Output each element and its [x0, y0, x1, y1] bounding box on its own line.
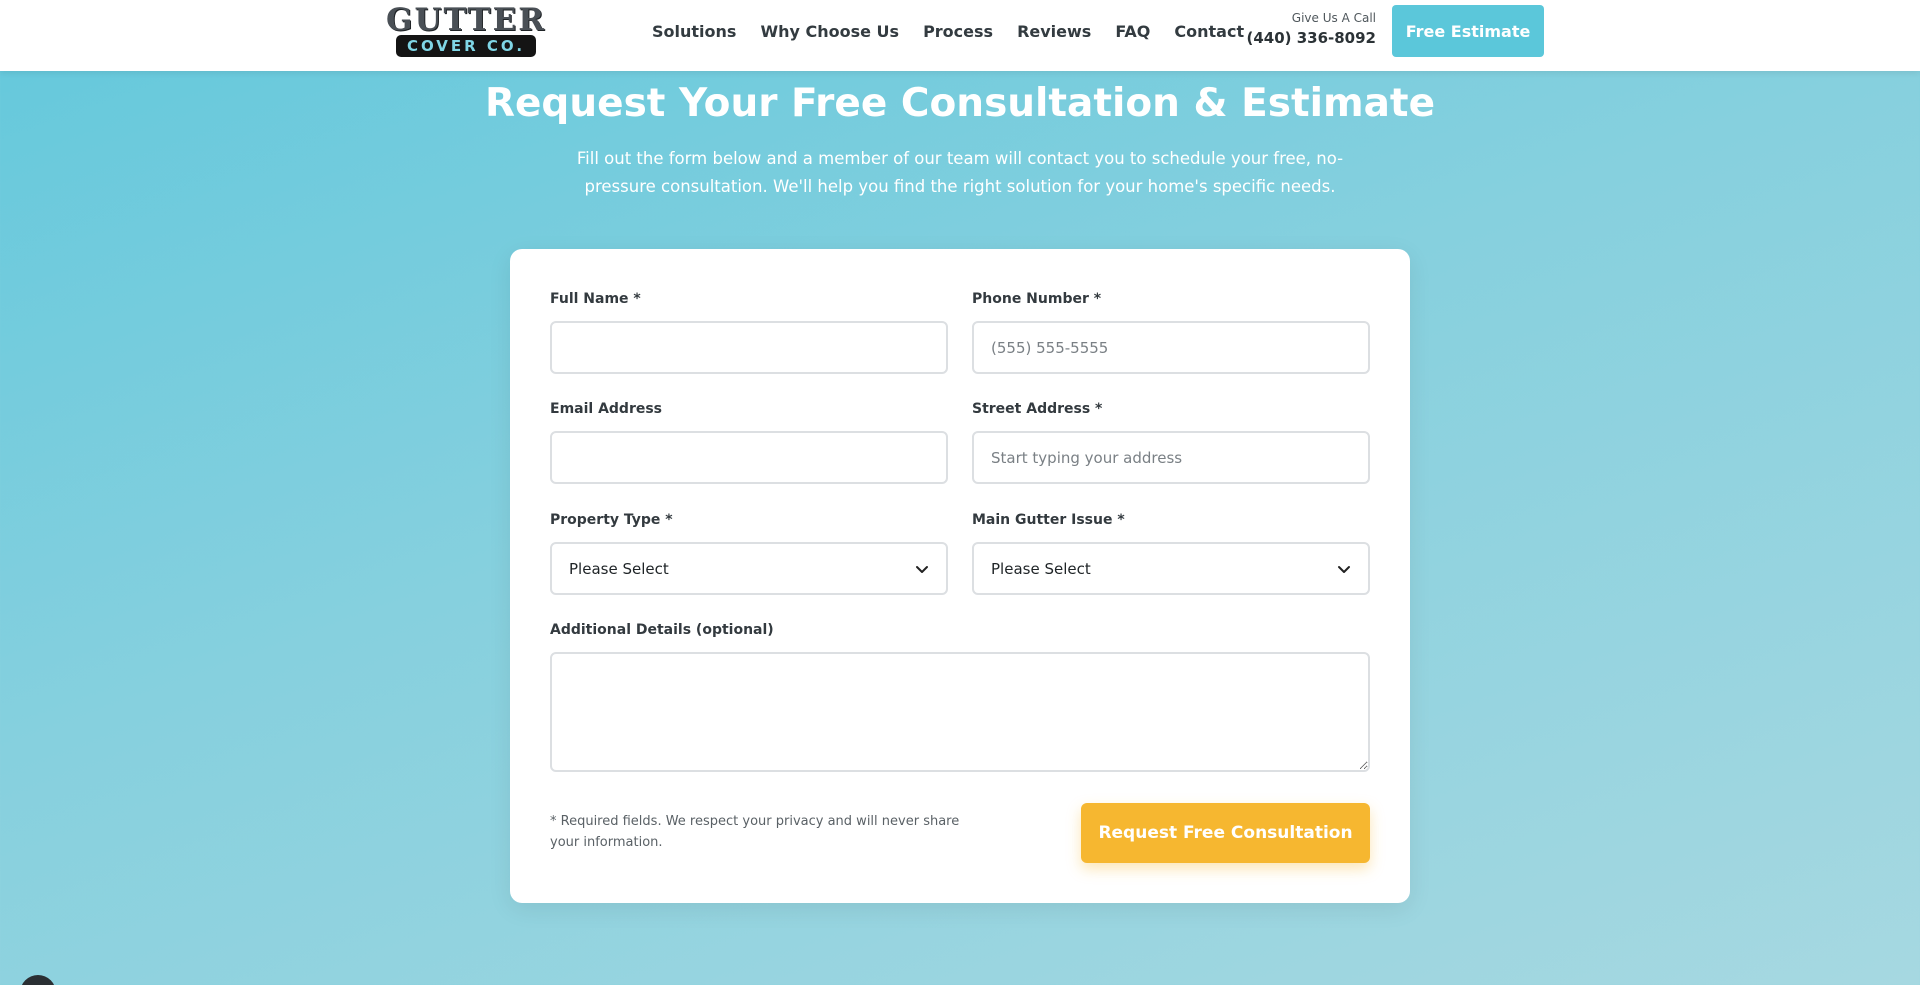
company-logo[interactable]: GUTTER COVER CO. — [378, 2, 554, 58]
email-label: Email Address — [550, 401, 663, 417]
details-label: Additional Details (optional) — [550, 622, 774, 638]
call-label: Give Us A Call — [1291, 11, 1376, 25]
nav-why-choose-us[interactable]: Why Choose Us — [760, 22, 899, 41]
request-consultation-button[interactable]: Request Free Consultation — [1081, 803, 1370, 863]
phone-input[interactable] — [972, 321, 1370, 374]
nav-faq[interactable]: FAQ — [1115, 22, 1150, 41]
free-estimate-button[interactable]: Free Estimate — [1392, 5, 1544, 57]
page-subtitle: Fill out the form below and a member of … — [576, 149, 1344, 196]
nav-reviews[interactable]: Reviews — [1017, 22, 1091, 41]
chevron-down-icon — [1338, 565, 1350, 573]
nav-solutions[interactable]: Solutions — [652, 22, 736, 41]
logo-subtitle: COVER CO. — [396, 35, 536, 57]
property-type-select[interactable]: Please Select — [550, 542, 948, 595]
privacy-note: * Required fields. We respect your priva… — [550, 814, 960, 850]
chevron-down-icon — [916, 565, 928, 573]
page-title: Request Your Free Consultation & Estimat… — [484, 81, 1436, 126]
site-header: GUTTER COVER CO. Solutions Why Choose Us… — [0, 0, 1920, 71]
phone-label: Phone Number * — [972, 291, 1102, 307]
full-name-label: Full Name * — [550, 291, 641, 307]
phone-link[interactable]: (440) 336-8092 — [1246, 27, 1376, 49]
gutter-issue-label: Main Gutter Issue * — [972, 512, 1125, 528]
consultation-form: Full Name * Phone Number * Email Address… — [510, 249, 1410, 903]
chat-widget-icon[interactable] — [20, 975, 56, 985]
full-name-input[interactable] — [550, 321, 948, 374]
property-type-value: Please Select — [569, 559, 669, 578]
call-block: Give Us A Call (440) 336-8092 — [1246, 10, 1376, 49]
street-address-label: Street Address * — [972, 401, 1103, 417]
property-type-label: Property Type * — [550, 512, 673, 528]
main-nav: Solutions Why Choose Us Process Reviews … — [652, 0, 1244, 62]
nav-contact[interactable]: Contact — [1174, 22, 1244, 41]
email-input[interactable] — [550, 431, 948, 484]
street-address-input[interactable] — [972, 431, 1370, 484]
gutter-issue-select[interactable]: Please Select — [972, 542, 1370, 595]
nav-process[interactable]: Process — [923, 22, 993, 41]
details-textarea[interactable] — [550, 652, 1370, 772]
gutter-issue-value: Please Select — [991, 559, 1091, 578]
logo-wordmark: GUTTER — [386, 2, 546, 38]
